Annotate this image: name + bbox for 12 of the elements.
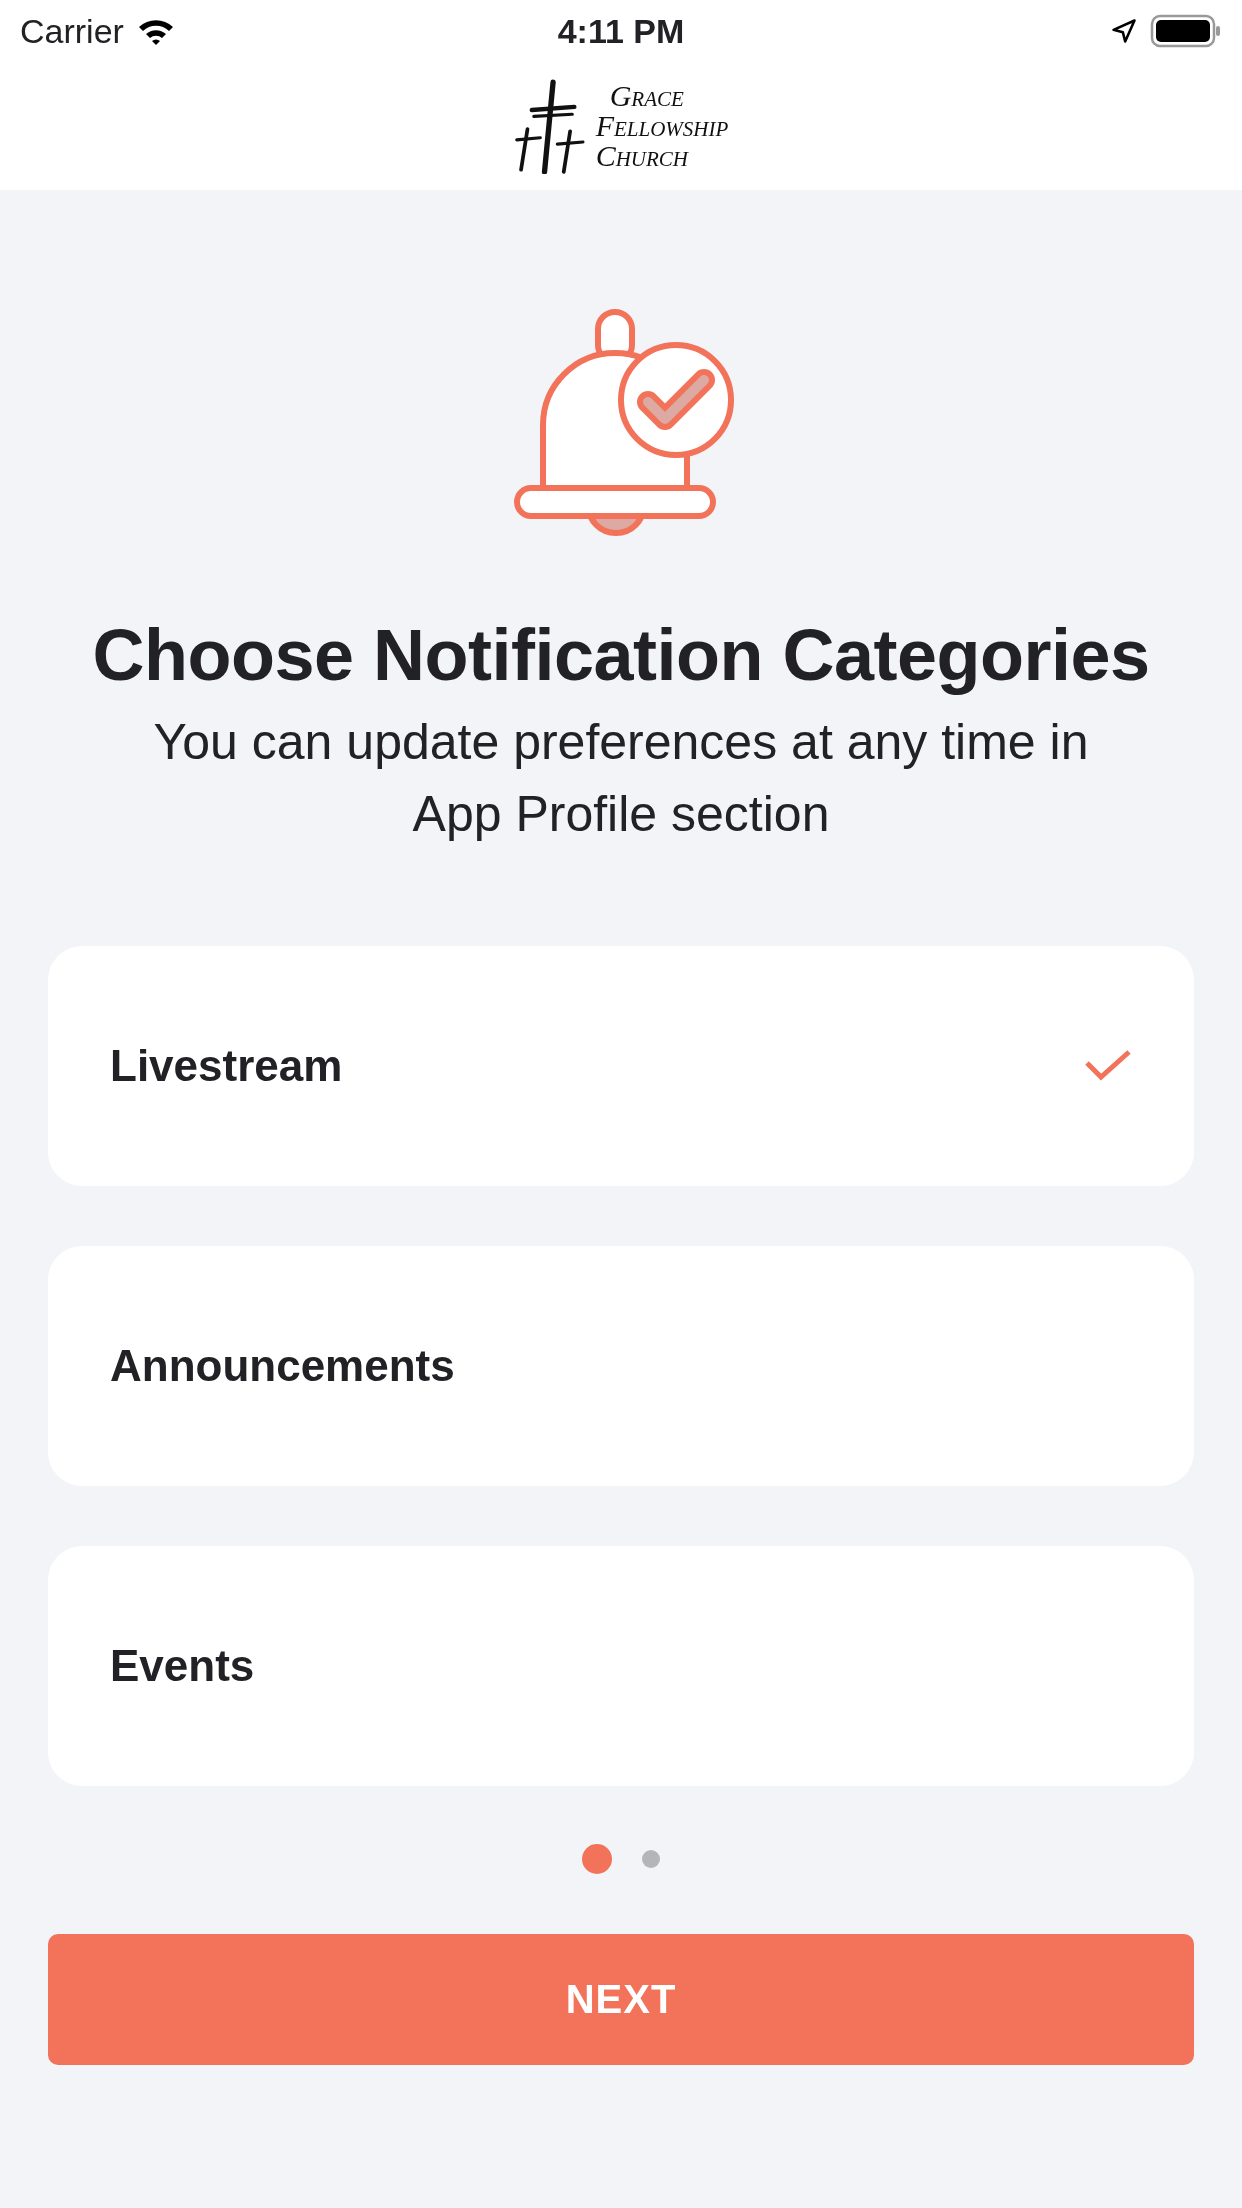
- location-arrow-icon: [1110, 17, 1138, 45]
- battery-icon: [1150, 14, 1222, 48]
- carrier-label: Carrier: [20, 11, 124, 51]
- category-option[interactable]: Announcements: [48, 1246, 1194, 1486]
- category-option[interactable]: Events: [48, 1546, 1194, 1786]
- logo-text: Grace: [608, 81, 685, 111]
- page-subtitle: You can update preferences at any time in App Profile section: [152, 713, 1090, 844]
- page-title: Choose Notification Categories: [92, 614, 1150, 696]
- logo-text: Church: [595, 141, 690, 171]
- category-option[interactable]: Livestream: [48, 946, 1194, 1186]
- logo-text: Fellowship: [595, 111, 729, 141]
- status-time: 4:11 PM: [557, 11, 685, 51]
